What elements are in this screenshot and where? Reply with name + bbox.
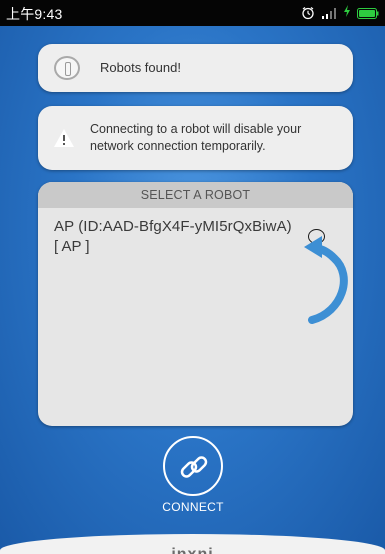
robot-list-panel: SELECT A ROBOT AP (ID:AAD-BfgX4F-yMI5rQx… bbox=[38, 182, 353, 426]
alarm-icon bbox=[301, 6, 315, 20]
info-icon bbox=[54, 56, 80, 80]
status-icons bbox=[301, 4, 379, 22]
warning-card: Connecting to a robot will disable your … bbox=[38, 106, 353, 170]
brand-logo: inxni bbox=[0, 546, 385, 554]
signal-icon bbox=[321, 7, 337, 19]
warning-icon bbox=[53, 128, 75, 148]
connect-label: CONNECT bbox=[162, 500, 224, 514]
footer: inxni bbox=[0, 534, 385, 554]
charging-icon bbox=[343, 4, 351, 22]
status-bar: 上午9:43 bbox=[0, 0, 385, 26]
warning-text: Connecting to a robot will disable your … bbox=[90, 122, 302, 153]
robots-found-text: Robots found! bbox=[100, 60, 181, 75]
robot-name: AP (ID:AAD-BfgX4F-yMI5rQxBiwA) bbox=[54, 218, 292, 235]
app-background: Robots found! Connecting to a robot will… bbox=[0, 26, 385, 554]
connect-button[interactable]: CONNECT bbox=[150, 436, 236, 514]
battery-icon bbox=[357, 7, 379, 19]
robot-list-item[interactable]: AP (ID:AAD-BfgX4F-yMI5rQxBiwA) [ AP ] bbox=[38, 208, 353, 268]
robot-list-header: SELECT A ROBOT bbox=[38, 182, 353, 208]
status-time: 上午9:43 bbox=[6, 6, 63, 22]
robot-type: [ AP ] bbox=[54, 238, 90, 255]
robot-radio-button[interactable] bbox=[308, 229, 325, 244]
robots-found-card: Robots found! bbox=[38, 44, 353, 92]
connect-circle[interactable] bbox=[163, 436, 223, 496]
link-icon bbox=[180, 456, 208, 478]
